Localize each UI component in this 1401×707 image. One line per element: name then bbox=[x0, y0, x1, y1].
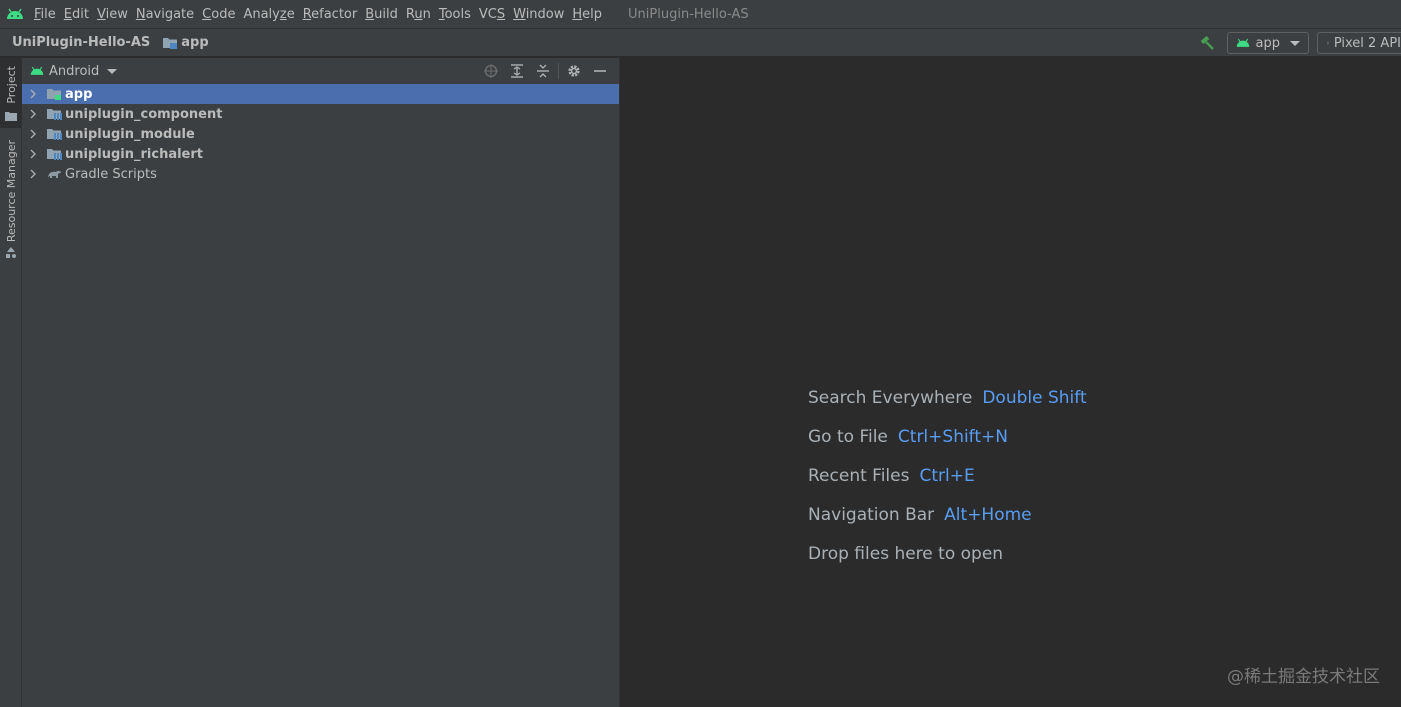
hint-shortcut: Ctrl+E bbox=[919, 466, 975, 486]
menu-item[interactable]: Window bbox=[509, 0, 568, 29]
run-configuration-dropdown[interactable]: app bbox=[1226, 32, 1309, 54]
gradle-icon bbox=[46, 166, 62, 182]
editor-hint: Go to File Ctrl+Shift+N bbox=[808, 427, 1087, 466]
tree-item-label: Gradle Scripts bbox=[65, 166, 157, 182]
collapse-all-icon bbox=[537, 64, 549, 78]
chevron-down-icon bbox=[107, 68, 118, 74]
hint-action: Search Everywhere bbox=[808, 388, 973, 408]
menu-item[interactable]: Help bbox=[568, 0, 606, 29]
navigation-bar: UniPlugin-Hello-AS app app Pixel 2 API bbox=[0, 29, 1401, 57]
project-view-label: Android bbox=[49, 63, 100, 79]
menu-item[interactable]: Code bbox=[198, 0, 239, 29]
gear-icon bbox=[568, 65, 580, 77]
hint-action: Recent Files bbox=[808, 466, 910, 486]
hint-shortcut: Alt+Home bbox=[944, 505, 1032, 525]
android-icon bbox=[1236, 38, 1249, 47]
chevron-down-icon bbox=[1290, 40, 1300, 46]
breadcrumb-module[interactable]: app bbox=[181, 35, 208, 50]
project-tool-tab-label: Project bbox=[4, 66, 18, 104]
phone-icon bbox=[1327, 41, 1329, 45]
project-tool-tab[interactable]: Project bbox=[0, 58, 22, 128]
menu-item[interactable]: Edit bbox=[60, 0, 93, 29]
tree-item[interactable]: uniplugin_component bbox=[22, 104, 619, 124]
menu-item[interactable]: Refactor bbox=[299, 0, 362, 29]
hint-shortcut: Ctrl+Shift+N bbox=[897, 427, 1008, 447]
project-panel-header: Android bbox=[22, 58, 619, 84]
chevron-right-icon[interactable] bbox=[28, 89, 38, 99]
expand-all-button[interactable] bbox=[504, 58, 530, 84]
android-icon bbox=[30, 66, 44, 75]
project-tool-window: Android app uniplugin_component uniplugin_… bbox=[22, 58, 620, 707]
collapse-all-button[interactable] bbox=[530, 58, 556, 84]
tree-item[interactable]: Gradle Scripts bbox=[22, 164, 619, 184]
tree-item-label: app bbox=[65, 86, 93, 102]
folder-icon bbox=[5, 110, 17, 125]
menu-item[interactable]: View bbox=[93, 0, 132, 29]
tree-item[interactable]: uniplugin_richalert bbox=[22, 144, 619, 164]
chevron-right-icon[interactable] bbox=[28, 149, 38, 159]
chevron-right-icon[interactable] bbox=[28, 169, 38, 179]
project-tree: app uniplugin_component uniplugin_moduleun… bbox=[22, 84, 619, 184]
library-module-icon bbox=[46, 106, 62, 122]
chevron-right-icon[interactable] bbox=[28, 129, 38, 139]
project-view-selector[interactable]: Android bbox=[30, 63, 118, 79]
tree-item[interactable]: uniplugin_module bbox=[22, 124, 619, 144]
hint-action: Navigation Bar bbox=[808, 505, 935, 525]
module-folder-icon bbox=[162, 36, 178, 50]
menu-item[interactable]: VCS bbox=[475, 0, 509, 29]
tree-item-label: uniplugin_module bbox=[65, 126, 195, 142]
library-module-icon bbox=[46, 146, 62, 162]
panel-settings-button[interactable] bbox=[561, 58, 587, 84]
library-module-icon bbox=[46, 126, 62, 142]
app-module-icon bbox=[46, 86, 62, 102]
locate-file-button[interactable] bbox=[478, 58, 504, 84]
resource-manager-tool-tab[interactable]: Resource Manager bbox=[0, 140, 22, 260]
menu-item[interactable]: Build bbox=[361, 0, 402, 29]
menu-bar: File Edit View Navigate Code Analyze Refactor B… bbox=[0, 0, 1401, 29]
breadcrumb-project[interactable]: UniPlugin-Hello-AS bbox=[12, 35, 150, 50]
resource-manager-tab-label: Resource Manager bbox=[4, 140, 18, 243]
device-dropdown[interactable]: Pixel 2 API bbox=[1317, 32, 1401, 54]
tree-item[interactable]: app bbox=[22, 84, 619, 104]
make-project-hammer-icon[interactable] bbox=[1197, 33, 1217, 53]
editor-empty-area[interactable]: Search Everywhere Double Shift Go to File C… bbox=[621, 58, 1401, 707]
resource-manager-icon bbox=[5, 247, 17, 263]
menu-item[interactable]: Analyze bbox=[239, 0, 298, 29]
minimize-icon bbox=[594, 70, 606, 72]
hide-panel-button[interactable] bbox=[587, 58, 613, 84]
editor-hint: Recent Files Ctrl+E bbox=[808, 466, 1087, 505]
android-studio-logo-icon bbox=[0, 0, 30, 29]
expand-all-icon bbox=[511, 64, 523, 78]
tree-item-label: uniplugin_richalert bbox=[65, 146, 203, 162]
watermark: @稀土掘金技术社区 bbox=[1227, 667, 1380, 687]
tree-item-label: uniplugin_component bbox=[65, 106, 223, 122]
run-configuration-label: app bbox=[1255, 35, 1280, 51]
crosshair-icon bbox=[484, 64, 498, 78]
left-tool-strip: Project Resource Manager bbox=[0, 58, 22, 707]
device-label: Pixel 2 API bbox=[1333, 35, 1401, 51]
chevron-right-icon[interactable] bbox=[28, 109, 38, 119]
hint-shortcut: Double Shift bbox=[982, 388, 1087, 408]
editor-hints: Search Everywhere Double Shift Go to File C… bbox=[808, 388, 1087, 583]
editor-hint: Drop files here to open bbox=[808, 544, 1087, 583]
editor-hint: Navigation Bar Alt+Home bbox=[808, 505, 1087, 544]
menu-item[interactable]: Navigate bbox=[132, 0, 198, 29]
menu-item[interactable]: Run bbox=[402, 0, 435, 29]
hint-action: Go to File bbox=[808, 427, 888, 447]
menu-item[interactable]: Tools bbox=[435, 0, 475, 29]
editor-hint: Search Everywhere Double Shift bbox=[808, 388, 1087, 427]
menu-item[interactable]: File bbox=[30, 0, 60, 29]
hint-action: Drop files here to open bbox=[808, 544, 1004, 564]
window-title: UniPlugin-Hello-AS bbox=[628, 6, 749, 22]
